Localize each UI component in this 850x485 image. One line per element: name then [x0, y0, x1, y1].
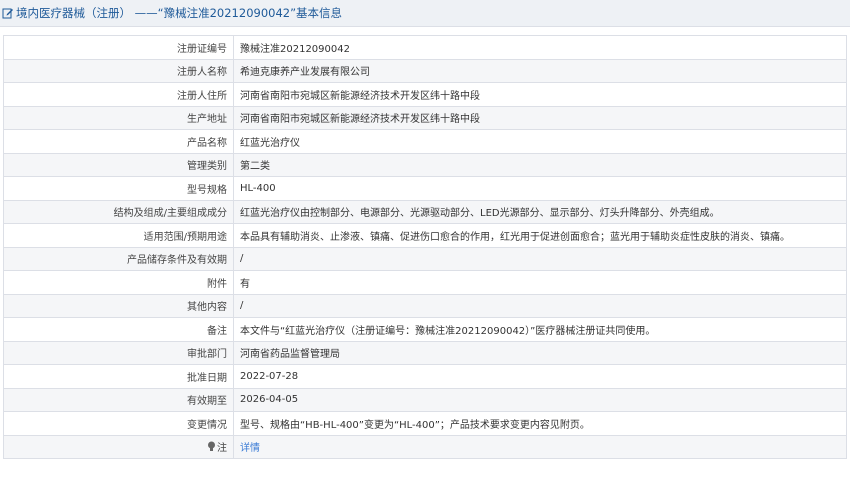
table-row: 有效期至 2026-04-05 [3, 387, 847, 412]
row-label: 有效期至 [3, 387, 234, 412]
row-value: / [233, 246, 847, 271]
table-row: 管理类别 第二类 [3, 152, 847, 177]
row-label: 管理类别 [3, 152, 234, 177]
info-table: 注册证编号 豫械注准20212090042 注册人名称 希迪克康养产业发展有限公… [3, 35, 847, 459]
row-label: 注册证编号 [3, 35, 234, 60]
table-row: 产品名称 红蓝光治疗仪 [3, 129, 847, 154]
edit-icon [2, 8, 13, 19]
lightbulb-icon [208, 441, 215, 452]
table-row: 变更情况 型号、规格由“HB-HL-400”变更为“HL-400”；产品技术要求… [3, 411, 847, 436]
row-value: 有 [233, 270, 847, 295]
note-row: 注 详情 [3, 434, 847, 459]
row-label: 注册人住所 [3, 82, 234, 107]
info-table-container: 注册证编号 豫械注准20212090042 注册人名称 希迪克康养产业发展有限公… [3, 35, 847, 459]
row-label: 生产地址 [3, 105, 234, 130]
note-value-cell: 详情 [233, 434, 847, 459]
row-value: HL-400 [233, 176, 847, 201]
row-value: 红蓝光治疗仪 [233, 129, 847, 154]
table-row: 注册人住所 河南省南阳市宛城区新能源经济技术开发区纬十路中段 [3, 82, 847, 107]
row-label: 型号规格 [3, 176, 234, 201]
table-row: 型号规格 HL-400 [3, 176, 847, 201]
row-value: 第二类 [233, 152, 847, 177]
row-value: 红蓝光治疗仪由控制部分、电源部分、光源驱动部分、LED光源部分、显示部分、灯头升… [233, 199, 847, 224]
row-value: 河南省南阳市宛城区新能源经济技术开发区纬十路中段 [233, 82, 847, 107]
row-value: 河南省南阳市宛城区新能源经济技术开发区纬十路中段 [233, 105, 847, 130]
row-value: / [233, 293, 847, 318]
row-value: 河南省药品监督管理局 [233, 340, 847, 365]
row-label: 结构及组成/主要组成成分 [3, 199, 234, 224]
row-value: 本文件与“红蓝光治疗仪（注册证编号：豫械注准20212090042）”医疗器械注… [233, 317, 847, 342]
row-label: 备注 [3, 317, 234, 342]
table-row: 结构及组成/主要组成成分 红蓝光治疗仪由控制部分、电源部分、光源驱动部分、LED… [3, 199, 847, 224]
row-label: 适用范围/预期用途 [3, 223, 234, 248]
table-row: 其他内容 / [3, 293, 847, 318]
row-label: 附件 [3, 270, 234, 295]
row-value: 希迪克康养产业发展有限公司 [233, 58, 847, 83]
table-row: 适用范围/预期用途 本品具有辅助消炎、止渗液、镇痛、促进伤口愈合的作用，红光用于… [3, 223, 847, 248]
table-row: 审批部门 河南省药品监督管理局 [3, 340, 847, 365]
row-label: 批准日期 [3, 364, 234, 389]
table-row: 附件 有 [3, 270, 847, 295]
row-value: 豫械注准20212090042 [233, 35, 847, 60]
row-value: 2022-07-28 [233, 364, 847, 389]
row-label: 产品名称 [3, 129, 234, 154]
details-link[interactable]: 详情 [240, 443, 260, 454]
row-value: 本品具有辅助消炎、止渗液、镇痛、促进伤口愈合的作用，红光用于促进创面愈合；蓝光用… [233, 223, 847, 248]
page-title: 境内医疗器械（注册） ——“豫械注准20212090042”基本信息 [16, 6, 343, 20]
table-row: 生产地址 河南省南阳市宛城区新能源经济技术开发区纬十路中段 [3, 105, 847, 130]
table-row: 批准日期 2022-07-28 [3, 364, 847, 389]
row-value: 2026-04-05 [233, 387, 847, 412]
page-header: 境内医疗器械（注册） ——“豫械注准20212090042”基本信息 [0, 0, 850, 27]
info-table-body: 注册证编号 豫械注准20212090042 注册人名称 希迪克康养产业发展有限公… [3, 35, 847, 459]
note-label-cell: 注 [3, 434, 234, 459]
table-row: 产品储存条件及有效期 / [3, 246, 847, 271]
table-row: 注册人名称 希迪克康养产业发展有限公司 [3, 58, 847, 83]
row-label: 注册人名称 [3, 58, 234, 83]
note-label: 注 [217, 443, 227, 455]
row-label: 变更情况 [3, 411, 234, 436]
row-label: 其他内容 [3, 293, 234, 318]
row-label: 产品储存条件及有效期 [3, 246, 234, 271]
table-row: 注册证编号 豫械注准20212090042 [3, 35, 847, 60]
row-label: 审批部门 [3, 340, 234, 365]
table-row: 备注 本文件与“红蓝光治疗仪（注册证编号：豫械注准20212090042）”医疗… [3, 317, 847, 342]
row-value: 型号、规格由“HB-HL-400”变更为“HL-400”；产品技术要求变更内容见… [233, 411, 847, 436]
